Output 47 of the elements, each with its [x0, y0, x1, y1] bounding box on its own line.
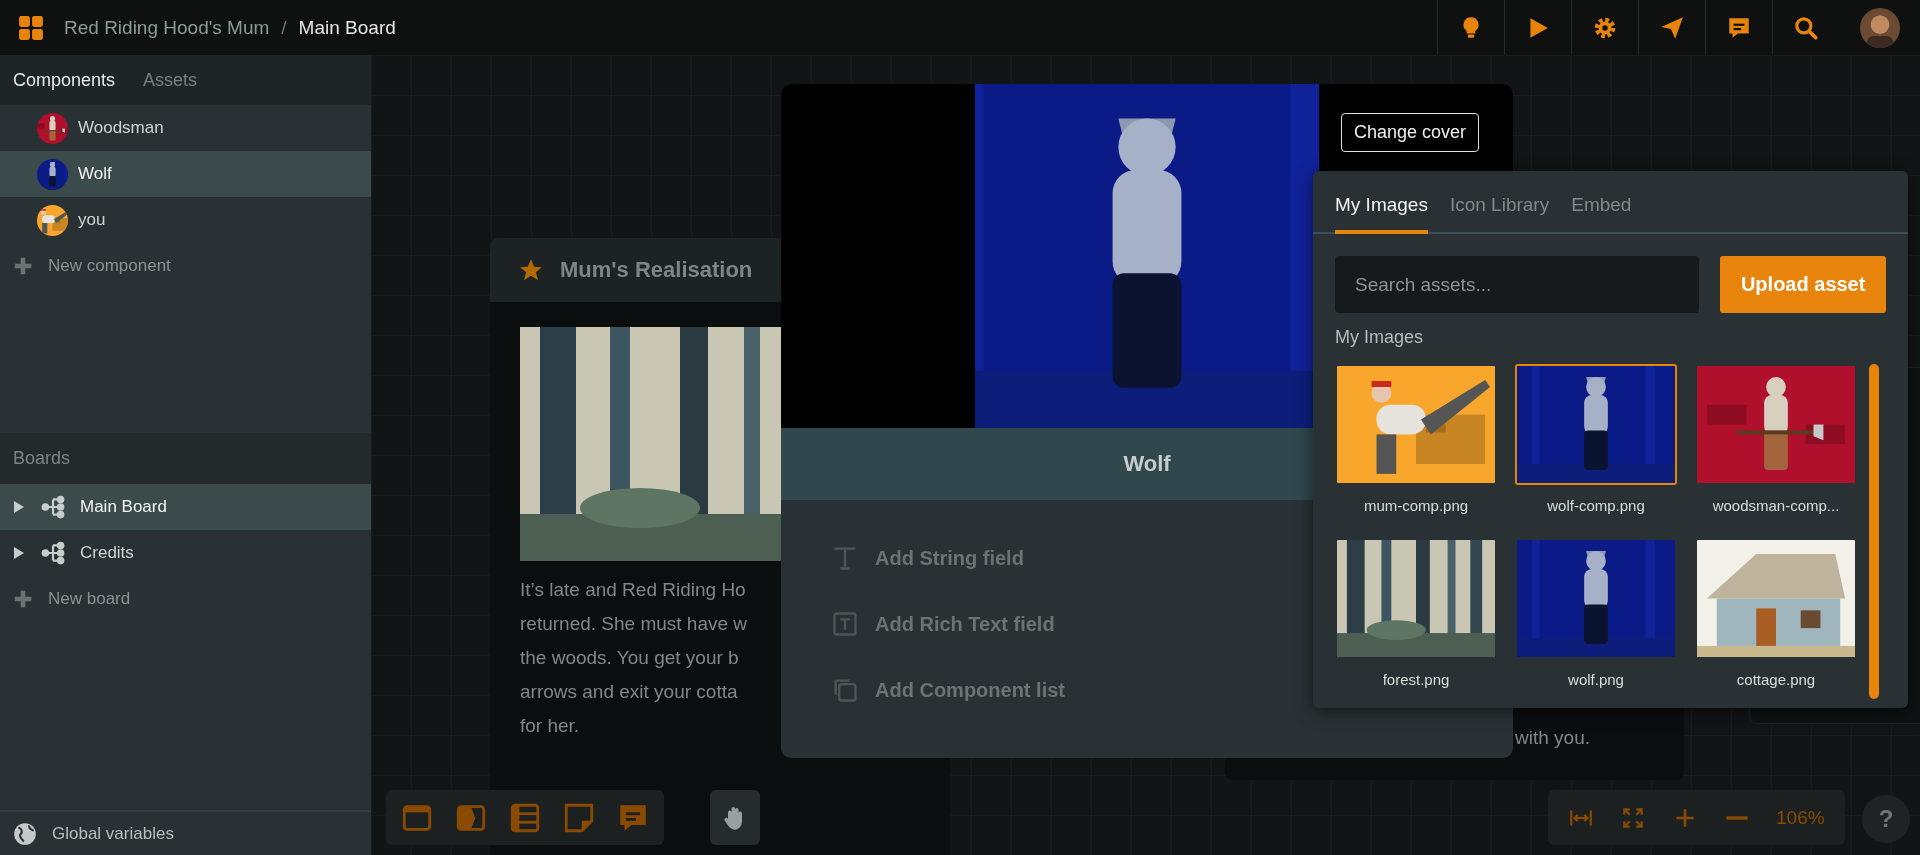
sidebar-tab[interactable]: Components [13, 69, 116, 91]
plus-icon [12, 255, 34, 277]
breadcrumb-link[interactable]: Main Board [298, 16, 396, 39]
board-item[interactable]: Credits [0, 530, 371, 576]
plus-icon [12, 588, 34, 610]
star-icon [518, 257, 544, 283]
breadcrumb-link[interactable]: Red Riding Hood's Mum [64, 16, 270, 39]
picker-tab[interactable]: Icon Library [1449, 194, 1550, 234]
search-icon [1793, 14, 1819, 41]
image-caption: wolf.png [1568, 670, 1624, 688]
image-caption: woodsman-comp... [1712, 497, 1840, 514]
global-variables-button[interactable]: Global variables [0, 810, 371, 855]
new-board-button[interactable]: New board [0, 576, 371, 622]
tree-icon [40, 494, 66, 520]
globe-icon [12, 820, 38, 847]
image-caption: wolf-comp.png [1547, 497, 1645, 514]
picker-tab[interactable]: My Images [1335, 194, 1428, 234]
tree-icon [40, 540, 66, 566]
zoom-out-icon [1724, 815, 1750, 820]
breadcrumb-separator: / [281, 16, 287, 39]
picker-tab[interactable]: Embed [1571, 194, 1632, 234]
caret-icon [14, 547, 24, 559]
new-component-button[interactable]: New component [0, 243, 371, 289]
card-text: It’s late and Red Riding Ho returned. She must have w the woods. You get your b arrows and exit your cotta for her. [520, 578, 749, 738]
image-caption: mum-comp.png [1363, 497, 1469, 514]
board-item[interactable]: Main Board [0, 484, 371, 530]
pan-tool-button[interactable] [710, 790, 760, 845]
zoom-level: 106% [1776, 806, 1825, 829]
grid-logo-icon [18, 14, 44, 41]
user-avatar[interactable] [1860, 7, 1900, 48]
image-caption: cottage.png [1736, 670, 1816, 688]
scrollbar[interactable] [1869, 364, 1879, 699]
sidebar-tab[interactable]: Assets [143, 69, 198, 91]
component-item[interactable]: Woodsman [0, 105, 371, 151]
card-title: Mum's Realisation [560, 257, 753, 283]
boards-heading: Boards [0, 433, 371, 484]
caret-icon [14, 501, 24, 513]
rich-text-icon [831, 610, 859, 638]
help-button[interactable]: ? [1862, 795, 1910, 843]
section-label: My Images [1334, 326, 1425, 348]
component-item[interactable]: Wolf [0, 151, 371, 197]
component-item[interactable]: you [0, 197, 371, 243]
image-caption: forest.png [1382, 670, 1450, 688]
send-icon [1659, 14, 1685, 41]
card-text: with you. [1515, 727, 1590, 749]
search-field[interactable]: Search assets... [1335, 256, 1700, 313]
change-cover-button[interactable]: Change cover [1341, 113, 1480, 152]
